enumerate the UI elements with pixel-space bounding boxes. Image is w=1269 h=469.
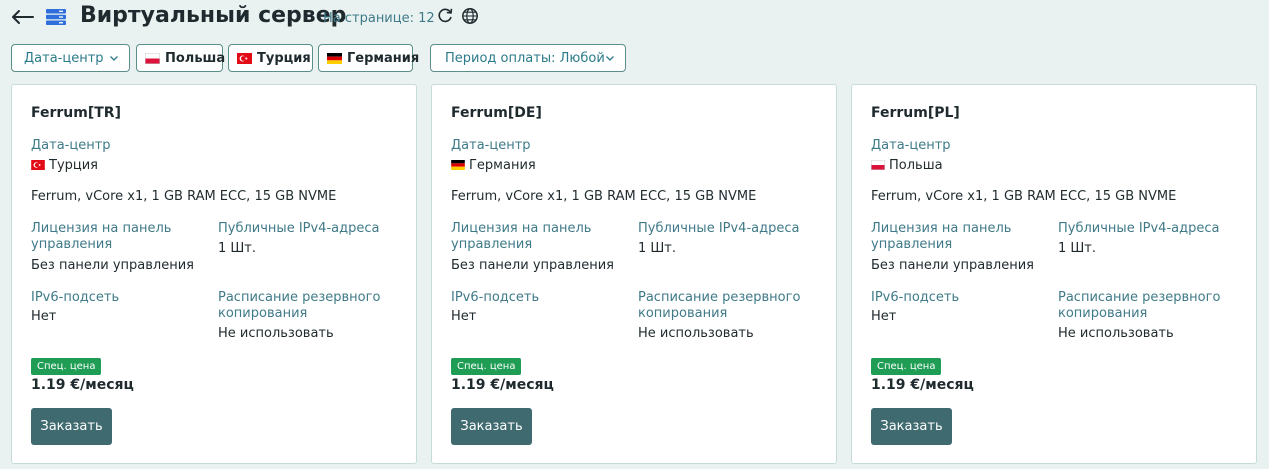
- ipv6-label: IPv6-подсеть: [31, 290, 120, 305]
- backup-label-cont: копирования: [218, 306, 308, 321]
- billing-period-label: Период оплаты: Любой: [445, 50, 605, 66]
- datacenter-label: Дата-центр: [871, 138, 951, 153]
- special-price-badge: Спец. цена: [451, 358, 522, 375]
- per-page-counter: На странице: 12: [323, 11, 435, 26]
- filter-chip-label: Польша: [165, 50, 226, 66]
- turkey-flag-icon: [237, 53, 252, 64]
- backup-label: Расписание резервного: [218, 290, 381, 305]
- card-title: Ferrum[DE]: [451, 105, 542, 121]
- backup-label: Расписание резервного: [638, 290, 801, 305]
- ipv4-value: 1 Шт.: [638, 241, 677, 256]
- datacenter-label: Дата-центр: [451, 138, 531, 153]
- backup-value: Не использовать: [1058, 326, 1174, 341]
- backup-label: Расписание резервного: [1058, 290, 1221, 305]
- poland-flag-icon: [871, 160, 885, 170]
- license-value: Без панели управления: [871, 258, 1034, 273]
- server-icon: [46, 9, 66, 25]
- datacenter-filter-label: Дата-центр: [24, 50, 104, 66]
- ipv4-value: 1 Шт.: [218, 241, 257, 256]
- chevron-down-icon: [110, 56, 118, 61]
- order-button[interactable]: Заказать: [31, 408, 112, 445]
- ipv6-value: Нет: [31, 309, 57, 324]
- filter-bar: Дата-центр Польша Турция Германия Период…: [0, 44, 1269, 72]
- page-title: Виртуальный сервер: [80, 3, 347, 28]
- backup-value: Не использовать: [638, 326, 754, 341]
- price: 1.19 €/месяц: [871, 377, 974, 393]
- billing-period-dropdown[interactable]: Период оплаты: Любой: [430, 44, 626, 72]
- globe-icon[interactable]: [461, 7, 479, 25]
- special-price-badge: Спец. цена: [871, 358, 942, 375]
- ipv6-value: Нет: [871, 309, 897, 324]
- arrow-left-icon: [12, 10, 34, 24]
- chevron-down-icon: [606, 56, 614, 61]
- price: 1.19 €/месяц: [31, 377, 134, 393]
- filter-chip-germany[interactable]: Германия: [318, 44, 419, 72]
- germany-flag-icon: [327, 53, 342, 64]
- ipv4-value: 1 Шт.: [1058, 241, 1097, 256]
- backup-label-cont: копирования: [638, 306, 728, 321]
- license-label-cont: управления: [871, 237, 953, 252]
- special-price-badge: Спец. цена: [31, 358, 102, 375]
- card-title: Ferrum[TR]: [31, 105, 121, 121]
- license-label-cont: управления: [451, 237, 533, 252]
- server-specs: Ferrum, vCore x1, 1 GB RAM ECC, 15 GB NV…: [871, 189, 1177, 204]
- card-title: Ferrum[PL]: [871, 105, 960, 121]
- order-button[interactable]: Заказать: [451, 408, 532, 445]
- filter-chip-label: Германия: [347, 50, 420, 66]
- datacenter-label: Дата-центр: [31, 138, 111, 153]
- server-card-tr: Ferrum[TR] Дата-центр Турция Ferrum, vCo…: [11, 84, 417, 464]
- page-header: Виртуальный сервер На странице: 12: [0, 0, 1269, 36]
- refresh-icon[interactable]: [436, 7, 454, 25]
- server-specs: Ferrum, vCore x1, 1 GB RAM ECC, 15 GB NV…: [451, 189, 757, 204]
- filter-chip-turkey[interactable]: Турция: [228, 44, 313, 72]
- filter-chip-label: Турция: [257, 50, 311, 66]
- license-label: Лицензия на панель: [871, 221, 1012, 236]
- ipv4-label: Публичные IPv4-адреса: [1058, 221, 1220, 236]
- datacenter-value: Турция: [49, 158, 99, 173]
- server-card-de: Ferrum[DE] Дата-центр Германия Ferrum, v…: [431, 84, 837, 464]
- license-label: Лицензия на панель: [31, 221, 172, 236]
- license-value: Без панели управления: [451, 258, 614, 273]
- ipv4-label: Публичные IPv4-адреса: [638, 221, 800, 236]
- ipv4-label: Публичные IPv4-адреса: [218, 221, 380, 236]
- turkey-flag-icon: [31, 160, 45, 170]
- price: 1.19 €/месяц: [451, 377, 554, 393]
- server-specs: Ferrum, vCore x1, 1 GB RAM ECC, 15 GB NV…: [31, 189, 337, 204]
- ipv6-label: IPv6-подсеть: [451, 290, 540, 305]
- order-button[interactable]: Заказать: [871, 408, 952, 445]
- license-label: Лицензия на панель: [451, 221, 592, 236]
- server-card-pl: Ferrum[PL] Дата-центр Польша Ferrum, vCo…: [851, 84, 1257, 464]
- license-value: Без панели управления: [31, 258, 194, 273]
- license-label-cont: управления: [31, 237, 113, 252]
- poland-flag-icon: [145, 53, 160, 64]
- back-button[interactable]: [9, 6, 35, 28]
- backup-value: Не использовать: [218, 326, 334, 341]
- germany-flag-icon: [451, 160, 465, 170]
- datacenter-filter-dropdown[interactable]: Дата-центр: [11, 44, 130, 72]
- backup-label-cont: копирования: [1058, 306, 1148, 321]
- datacenter-value: Германия: [469, 158, 536, 173]
- ipv6-value: Нет: [451, 309, 477, 324]
- ipv6-label: IPv6-подсеть: [871, 290, 960, 305]
- datacenter-value: Польша: [889, 158, 943, 173]
- filter-chip-poland[interactable]: Польша: [136, 44, 226, 72]
